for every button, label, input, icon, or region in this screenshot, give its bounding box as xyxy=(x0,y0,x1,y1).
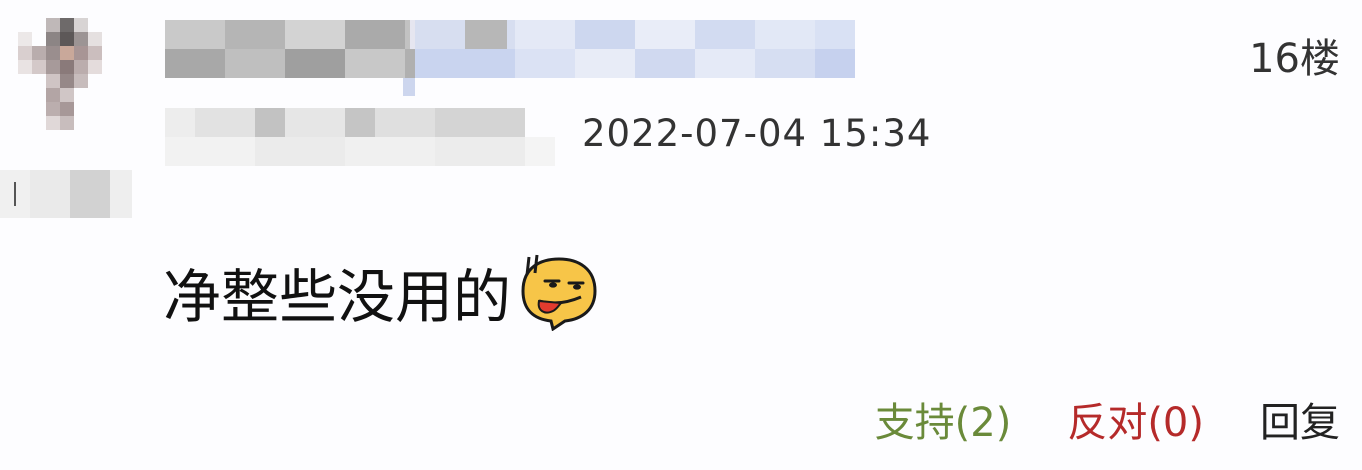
smirk-face-emoji-icon xyxy=(521,254,597,331)
post-content: 净整些没用的 xyxy=(163,250,599,334)
post-timestamp: 2022-07-04 15:34 xyxy=(582,112,932,155)
avatar-blurred[interactable] xyxy=(18,18,104,136)
floor-number: 16楼 xyxy=(1249,36,1340,82)
username-blurred[interactable] xyxy=(165,20,855,96)
oppose-button[interactable]: 反对(0) xyxy=(1067,390,1204,448)
post-actions: 支持(2) 反对(0) 回复 xyxy=(875,390,1340,448)
post-text: 净整些没用的 xyxy=(163,263,512,331)
support-button[interactable]: 支持(2) xyxy=(875,390,1012,448)
reply-button[interactable]: 回复 xyxy=(1260,390,1340,448)
user-info-blurred xyxy=(165,108,555,166)
user-badge-blurred xyxy=(0,170,132,218)
